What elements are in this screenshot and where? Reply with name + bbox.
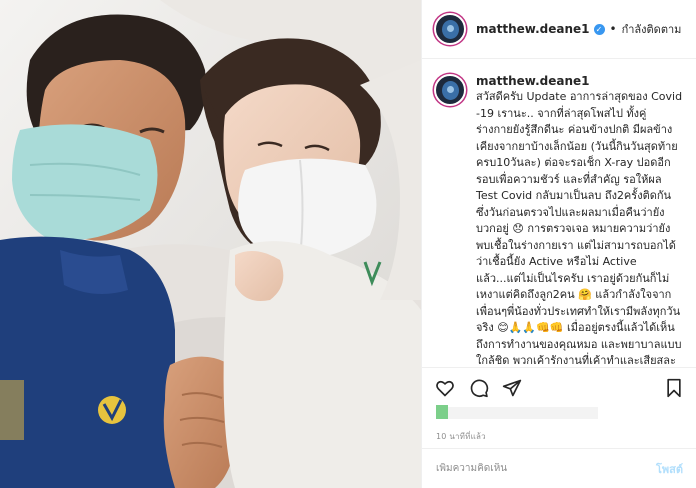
separator-dot: •	[609, 22, 617, 36]
post-photo[interactable]	[0, 0, 421, 488]
caption-text: สวัสดีครับ Update อาการล่าสุดของ Covid -…	[476, 90, 683, 367]
comment-input[interactable]	[436, 463, 656, 474]
caption-avatar[interactable]	[434, 74, 466, 106]
share-icon[interactable]	[501, 377, 523, 399]
verified-badge-icon: ✓	[593, 23, 605, 35]
post-timestamp[interactable]: 10 นาทีที่แล้ว	[436, 430, 486, 443]
caption-body: matthew.deane1 สวัสดีครับ Update อาการล่…	[476, 74, 683, 367]
post-comment-button[interactable]: โพสต์	[656, 460, 683, 478]
caption-section: matthew.deane1 สวัสดีครับ Update อาการล่…	[422, 60, 696, 367]
avatar-highlight	[447, 25, 454, 32]
avatar[interactable]	[434, 13, 466, 45]
header-username[interactable]: matthew.deane1	[476, 22, 590, 36]
action-bar	[422, 367, 696, 405]
caption-username[interactable]: matthew.deane1	[476, 74, 683, 88]
likes-count-redacted	[436, 405, 636, 421]
add-comment-bar: โพสต์	[422, 448, 696, 488]
bookmark-icon[interactable]	[663, 377, 685, 399]
avatar-highlight	[447, 86, 454, 93]
post-header: matthew.deane1 ✓ • กำลังติดตาม	[422, 0, 696, 59]
post-side-panel: matthew.deane1 ✓ • กำลังติดตาม matthew.d…	[421, 0, 696, 488]
likes-redaction-blur	[448, 407, 598, 419]
comment-icon[interactable]	[468, 377, 490, 399]
heart-icon[interactable]	[434, 377, 456, 399]
following-button[interactable]: กำลังติดตาม	[622, 20, 682, 38]
selfie-photo	[0, 0, 421, 488]
likes-redaction-green	[436, 405, 448, 419]
